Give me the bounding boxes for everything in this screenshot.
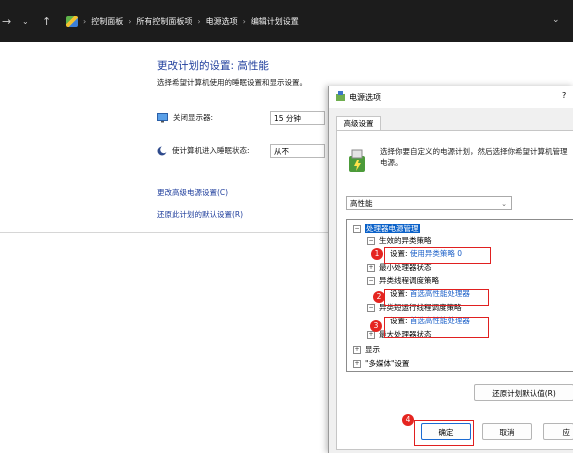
sleep-timeout-select[interactable]: 从不: [270, 144, 325, 158]
page-title: 更改计划的设置: 高性能: [157, 60, 269, 72]
apply-button[interactable]: 应: [543, 423, 573, 440]
address-bar: → ⌄ ↑ › 控制面板 › 所有控制面板项 › 电源选项 › 编辑计划设置 ⌄: [0, 0, 573, 42]
arrow-up-icon[interactable]: ↑: [42, 15, 51, 28]
divider: [0, 232, 330, 233]
expand-icon[interactable]: +: [367, 264, 375, 272]
display-setting-label: 关闭显示器:: [157, 112, 213, 123]
step-badge: 2: [373, 291, 385, 303]
dialog-titlebar: 电源选项 ?: [329, 86, 573, 108]
expand-icon[interactable]: +: [353, 360, 361, 368]
tree-node[interactable]: − 异类线程调度策略: [367, 275, 439, 286]
cancel-button[interactable]: 取消: [482, 423, 532, 440]
step-badge: 4: [402, 414, 414, 426]
chevron-right-icon: ›: [242, 16, 246, 26]
dialog-intro-text: 选择你要自定义的电源计划，然后选择你希望计算机管理电源。: [380, 147, 568, 167]
sleep-setting-label: 使计算机进入睡眠状态:: [157, 145, 250, 156]
power-options-dialog: 电源选项 ? 高级设置 选择你要自定义的电源计划，然后选择你希望计算机管理电源。…: [328, 86, 573, 453]
arrow-right-icon[interactable]: →: [2, 15, 11, 28]
chevron-right-icon: ›: [83, 16, 87, 26]
monitor-icon: [157, 112, 168, 122]
step-badge: 3: [370, 320, 382, 332]
plan-select[interactable]: 高性能 ⌄: [346, 196, 512, 210]
address-dropdown-icon[interactable]: ⌄: [552, 15, 560, 25]
advanced-settings-link[interactable]: 更改高级电源设置(C): [157, 187, 228, 198]
chevron-right-icon: ›: [197, 16, 201, 26]
tree-node[interactable]: − 生效的异类策略: [367, 235, 432, 246]
expand-icon[interactable]: +: [367, 331, 375, 339]
plan-select-value: 高性能: [350, 199, 373, 208]
display-timeout-select[interactable]: 15 分钟: [270, 111, 325, 125]
annotation-box: [384, 247, 491, 264]
annotation-box: [414, 420, 474, 446]
power-plan-icon: [336, 91, 345, 101]
chevron-right-icon: ›: [128, 16, 132, 26]
tree-node[interactable]: − 处理器电源管理: [353, 223, 420, 234]
display-label: 关闭显示器:: [173, 113, 214, 122]
collapse-icon[interactable]: −: [367, 304, 375, 312]
tab-advanced-settings[interactable]: 高级设置: [336, 116, 381, 131]
sleep-label: 使计算机进入睡眠状态:: [172, 146, 250, 155]
power-battery-icon: [349, 149, 365, 172]
collapse-icon[interactable]: −: [353, 225, 361, 233]
breadcrumb-item[interactable]: 所有控制面板项: [136, 16, 192, 27]
control-panel-icon: [66, 15, 78, 27]
page-subtitle: 选择希望计算机使用的睡眠设置和显示设置。: [157, 78, 307, 87]
dialog-title: 电源选项: [349, 93, 381, 102]
breadcrumb: › 控制面板 › 所有控制面板项 › 电源选项 › 编辑计划设置: [66, 13, 299, 29]
breadcrumb-item[interactable]: 控制面板: [91, 16, 123, 27]
collapse-icon[interactable]: −: [367, 277, 375, 285]
tree-node[interactable]: + 显示: [353, 344, 380, 355]
expand-icon[interactable]: +: [353, 346, 361, 354]
breadcrumb-item[interactable]: 电源选项: [206, 16, 238, 27]
chevron-down-icon[interactable]: ⌄: [22, 17, 29, 26]
tree-node[interactable]: + "多媒体"设置: [353, 358, 409, 369]
annotation-box: [384, 289, 489, 306]
breadcrumb-item[interactable]: 编辑计划设置: [251, 16, 299, 27]
step-badge: 1: [371, 248, 383, 260]
moon-icon: [157, 145, 167, 155]
collapse-icon[interactable]: −: [367, 237, 375, 245]
annotation-box: [384, 317, 489, 338]
edit-plan-pane: [0, 42, 325, 453]
restore-plan-defaults-button[interactable]: 还原计划默认值(R): [474, 384, 573, 401]
restore-defaults-link[interactable]: 还原此计划的默认设置(R): [157, 209, 243, 220]
help-icon[interactable]: ?: [562, 91, 566, 100]
chevron-down-icon: ⌄: [501, 200, 507, 208]
